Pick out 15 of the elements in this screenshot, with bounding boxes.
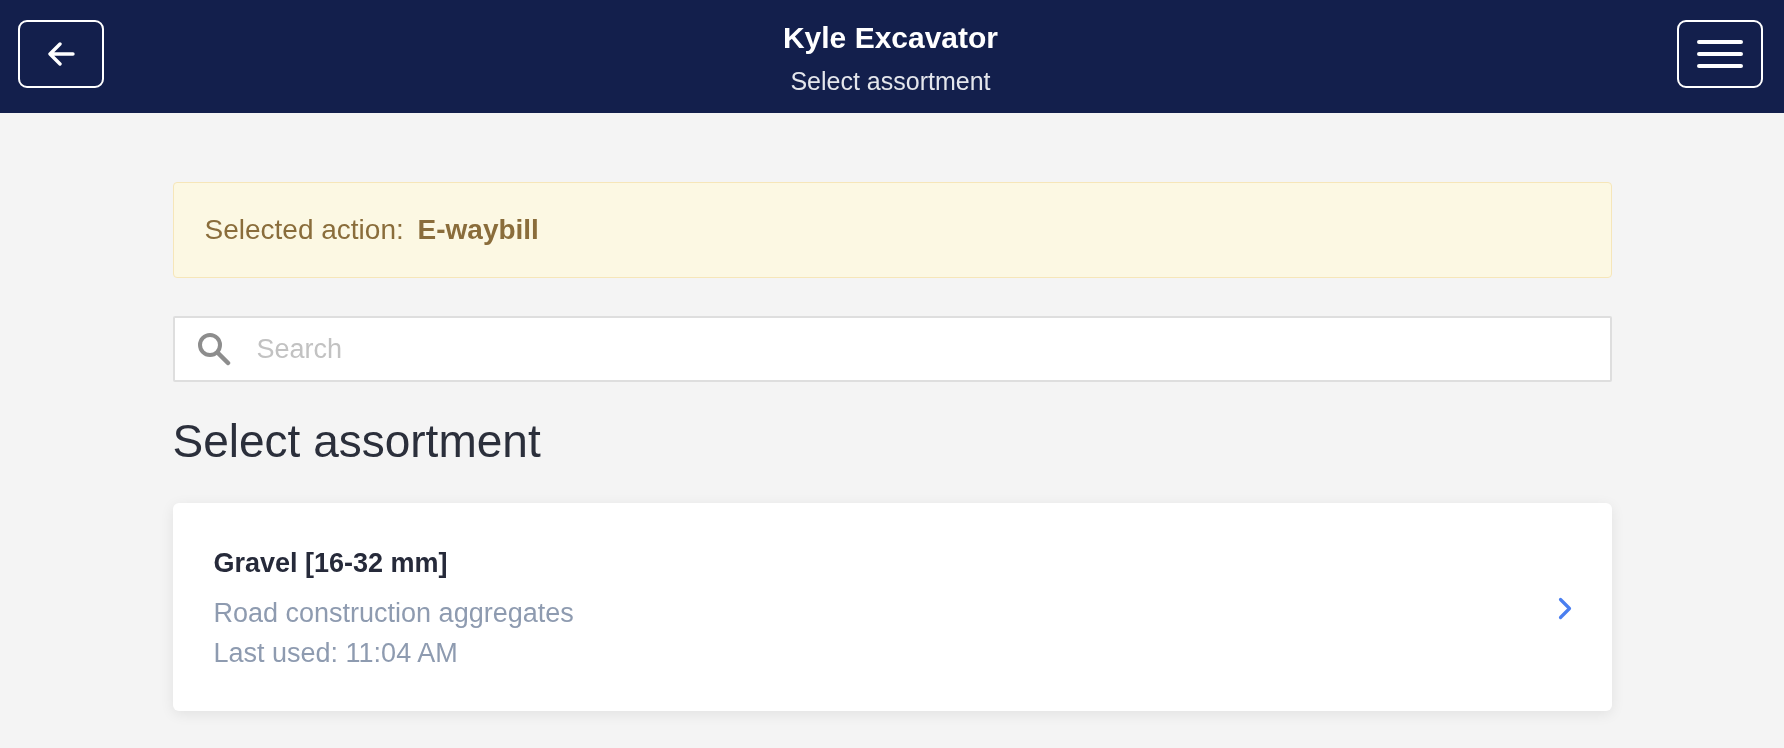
search-field[interactable]: Search [172,316,1612,382]
assortment-item[interactable]: Gravel [16-32 mm] Road construction aggregates Last used: 11:04 AM [172,503,1612,711]
assortment-description: Road construction aggregates [213,597,574,630]
back-button[interactable] [18,20,104,88]
section-heading: Select assortment [172,414,542,469]
header-subtitle: Select assortment [790,66,991,96]
search-icon [196,332,231,366]
last-used-text: Last used: 11:04 AM [213,637,459,670]
assortment-name: Gravel [16-32 mm] [213,547,449,580]
menu-button[interactable] [1677,20,1763,88]
selected-action-text: Selected action: E-waybill [204,213,539,247]
menu-icon [1697,39,1743,69]
chevron-right-icon [1557,596,1572,620]
back-arrow-icon [47,42,75,66]
header-title: Kyle Excavator [782,20,999,56]
